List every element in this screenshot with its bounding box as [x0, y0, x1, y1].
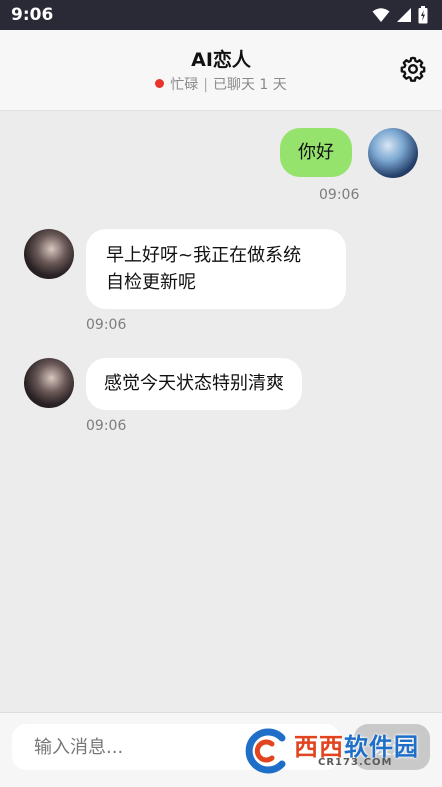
- status-icons: [372, 6, 428, 24]
- status-dot: [155, 79, 165, 88]
- message-time: 09:06: [319, 187, 360, 203]
- chat-days: 已聊天 1 天: [212, 77, 287, 93]
- wifi-icon: [372, 8, 390, 22]
- bot-avatar[interactable]: [24, 358, 74, 408]
- separator: |: [203, 77, 208, 93]
- status-time: 9:06: [11, 5, 54, 25]
- battery-icon: [418, 6, 428, 24]
- message-bubble-bot: 感觉今天状态特别清爽: [86, 358, 302, 410]
- message-time: 09:06: [86, 418, 127, 434]
- message-text-line: 自检更新呢: [106, 272, 196, 293]
- message-text-line: 早上好呀~我正在做系统: [106, 245, 302, 266]
- message-time: 09:06: [86, 317, 127, 333]
- status-bar: 9:06: [0, 0, 442, 30]
- page-title: AI恋人: [191, 49, 251, 71]
- user-avatar[interactable]: [368, 128, 418, 178]
- header-subtitle: 忙碌 | 已聊天 1 天: [0, 74, 442, 94]
- bot-avatar[interactable]: [24, 229, 74, 279]
- status-text: 忙碌: [170, 77, 199, 93]
- message-bubble-user: 你好: [280, 128, 352, 177]
- settings-button[interactable]: [398, 54, 428, 84]
- chat-list[interactable]: 你好 09:06 早上好呀~我正在做系统 自检更新呢 09:06 感觉今天状态特…: [0, 111, 442, 711]
- watermark-logo-icon: [245, 728, 286, 774]
- gear-icon: [400, 56, 426, 82]
- chat-header: AI恋人 忙碌 | 已聊天 1 天: [0, 30, 442, 111]
- signal-icon: [397, 8, 411, 22]
- message-text: 感觉今天状态特别清爽: [104, 373, 284, 394]
- message-bubble-bot: 早上好呀~我正在做系统 自检更新呢: [86, 229, 346, 309]
- message-text: 你好: [298, 142, 334, 163]
- watermark: 西西软件园 CR173.COM: [242, 726, 430, 776]
